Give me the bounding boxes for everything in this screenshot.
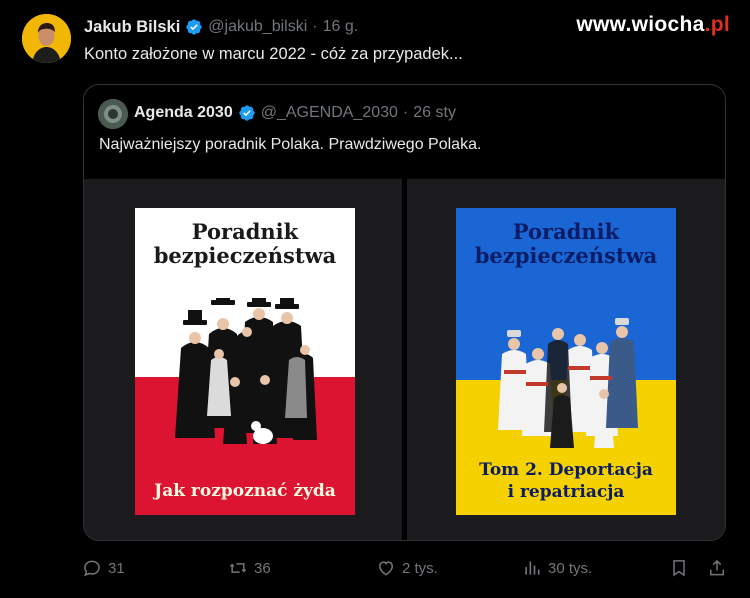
- quoted-author-avatar[interactable]: [98, 99, 128, 129]
- cover-title-line2: bezpieczeństwa: [153, 243, 337, 268]
- repost-icon: [229, 563, 247, 573]
- like-button[interactable]: 2 tys.: [376, 558, 438, 578]
- share-icon: [710, 559, 724, 576]
- repost-count: 36: [254, 559, 271, 577]
- views-count: 30 tys.: [548, 559, 593, 577]
- tweet-time[interactable]: 16 g.: [323, 18, 359, 36]
- cover-title-line1: Poradnik: [191, 219, 299, 244]
- verified-badge-icon: [186, 19, 202, 35]
- media-image-1[interactable]: Poradnik bezpieczeństwa Jak rozpoznać ży…: [84, 179, 402, 540]
- cover-title-line1: Poradnik: [512, 219, 620, 244]
- illustration-group: [175, 298, 317, 444]
- bookmark-icon: [673, 560, 685, 577]
- quoted-author-handle[interactable]: @_AGENDA_2030: [261, 104, 398, 122]
- book-cover-blue-yellow: Poradnik bezpieczeństwa Tom 2. Deportacj…: [456, 208, 676, 515]
- share-button[interactable]: [707, 558, 727, 578]
- like-icon: [378, 561, 394, 576]
- separator-dot: ·: [402, 104, 409, 121]
- author-handle[interactable]: @jakub_bilski: [208, 18, 307, 36]
- media-image-2[interactable]: Poradnik bezpieczeństwa Tom 2. Deportacj…: [407, 179, 725, 540]
- bookmark-button[interactable]: [669, 558, 689, 578]
- reply-button[interactable]: 31: [82, 558, 125, 578]
- tweet-header: Jakub Bilski @jakub_bilski · 16 g.: [84, 16, 358, 38]
- views-icon: [525, 561, 540, 575]
- tweet-text: Konto założone w marcu 2022 - cóż za prz…: [84, 45, 463, 63]
- quoted-time[interactable]: 26 sty: [413, 104, 456, 122]
- quoted-text: Najważniejszy poradnik Polaka. Prawdziwe…: [99, 136, 482, 153]
- cover-subtitle-line2: i repatriacja: [507, 482, 625, 502]
- book-cover-red-white: Poradnik bezpieczeństwa Jak rozpoznać ży…: [135, 208, 355, 515]
- cover-subtitle: Tom 2. Deportacja i repatriacja: [456, 459, 676, 503]
- tweet-actions: 31 36 2 tys. 30 tys.: [0, 558, 750, 582]
- quoted-author-name[interactable]: Agenda 2030: [134, 104, 233, 122]
- quoted-tweet[interactable]: Agenda 2030 @_AGENDA_2030 · 26 sty Najwa…: [83, 84, 726, 541]
- cover-subtitle: Jak rozpoznać żyda: [154, 481, 336, 501]
- views-button[interactable]: 30 tys.: [522, 558, 592, 578]
- cover-title-line2: bezpieczeństwa: [474, 243, 658, 268]
- like-count: 2 tys.: [402, 559, 438, 577]
- quoted-header: Agenda 2030 @_AGENDA_2030 · 26 sty: [134, 104, 456, 122]
- cover-title: Poradnik bezpieczeństwa: [135, 220, 355, 268]
- reply-count: 31: [108, 559, 125, 577]
- cover-subtitle-line1: Tom 2. Deportacja: [479, 460, 653, 480]
- illustration-group: [498, 318, 638, 448]
- author-avatar[interactable]: [22, 14, 71, 63]
- cover-title: Poradnik bezpieczeństwa: [456, 220, 676, 268]
- quoted-media: Poradnik bezpieczeństwa Jak rozpoznać ży…: [84, 179, 725, 540]
- verified-badge-icon: [239, 105, 255, 121]
- reply-icon: [84, 560, 100, 577]
- site-watermark: www.wiocha.pl: [576, 13, 730, 36]
- author-name[interactable]: Jakub Bilski: [84, 18, 180, 37]
- separator-dot: ·: [312, 18, 318, 35]
- repost-button[interactable]: 36: [228, 558, 271, 578]
